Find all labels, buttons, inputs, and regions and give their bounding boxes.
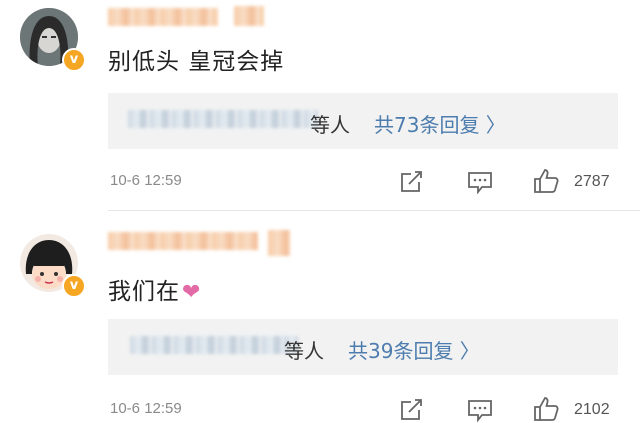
share-icon[interactable]	[398, 398, 424, 422]
reply-count-link[interactable]: 共39条回复 〉	[348, 335, 480, 364]
comment-icon[interactable]	[466, 398, 494, 422]
comment-item: v 我们在❤ 等人 共39条回复 〉 10-6 12:59 2102	[0, 212, 640, 422]
reply-count-link[interactable]: 共73条回复 〉	[374, 109, 506, 138]
heart-emoji-icon: ❤	[182, 280, 202, 305]
like-count: 2102	[574, 401, 610, 418]
replier-names-blurred	[130, 336, 298, 354]
reply-preview[interactable]: 等人 共39条回复 〉	[108, 319, 618, 375]
like-icon[interactable]	[532, 167, 560, 195]
timestamp: 10-6 12:59	[110, 400, 182, 417]
reply-preview[interactable]: 等人 共73条回复 〉	[108, 93, 618, 149]
username-blurred[interactable]	[108, 232, 258, 250]
comment-divider	[108, 210, 640, 211]
like-icon[interactable]	[532, 395, 560, 423]
comment-item: v 别低头 皇冠会掉 等人 共73条回复 〉 10-6 12:59 2787	[0, 0, 640, 212]
username-blurred[interactable]	[108, 8, 218, 26]
timestamp: 10-6 12:59	[110, 172, 182, 189]
comment-text: 我们在❤	[108, 279, 202, 305]
share-icon[interactable]	[398, 170, 424, 194]
user-tag-blurred	[268, 230, 290, 256]
user-tag-blurred	[234, 6, 264, 26]
verified-badge-icon: v	[62, 48, 86, 72]
replier-names-blurred	[128, 110, 318, 128]
comment-icon[interactable]	[466, 170, 494, 194]
verified-badge-icon: v	[62, 274, 86, 298]
reply-prefix: 等人	[284, 339, 324, 363]
comment-text: 别低头 皇冠会掉	[108, 49, 285, 75]
reply-prefix: 等人	[310, 113, 350, 137]
like-count: 2787	[574, 173, 610, 190]
